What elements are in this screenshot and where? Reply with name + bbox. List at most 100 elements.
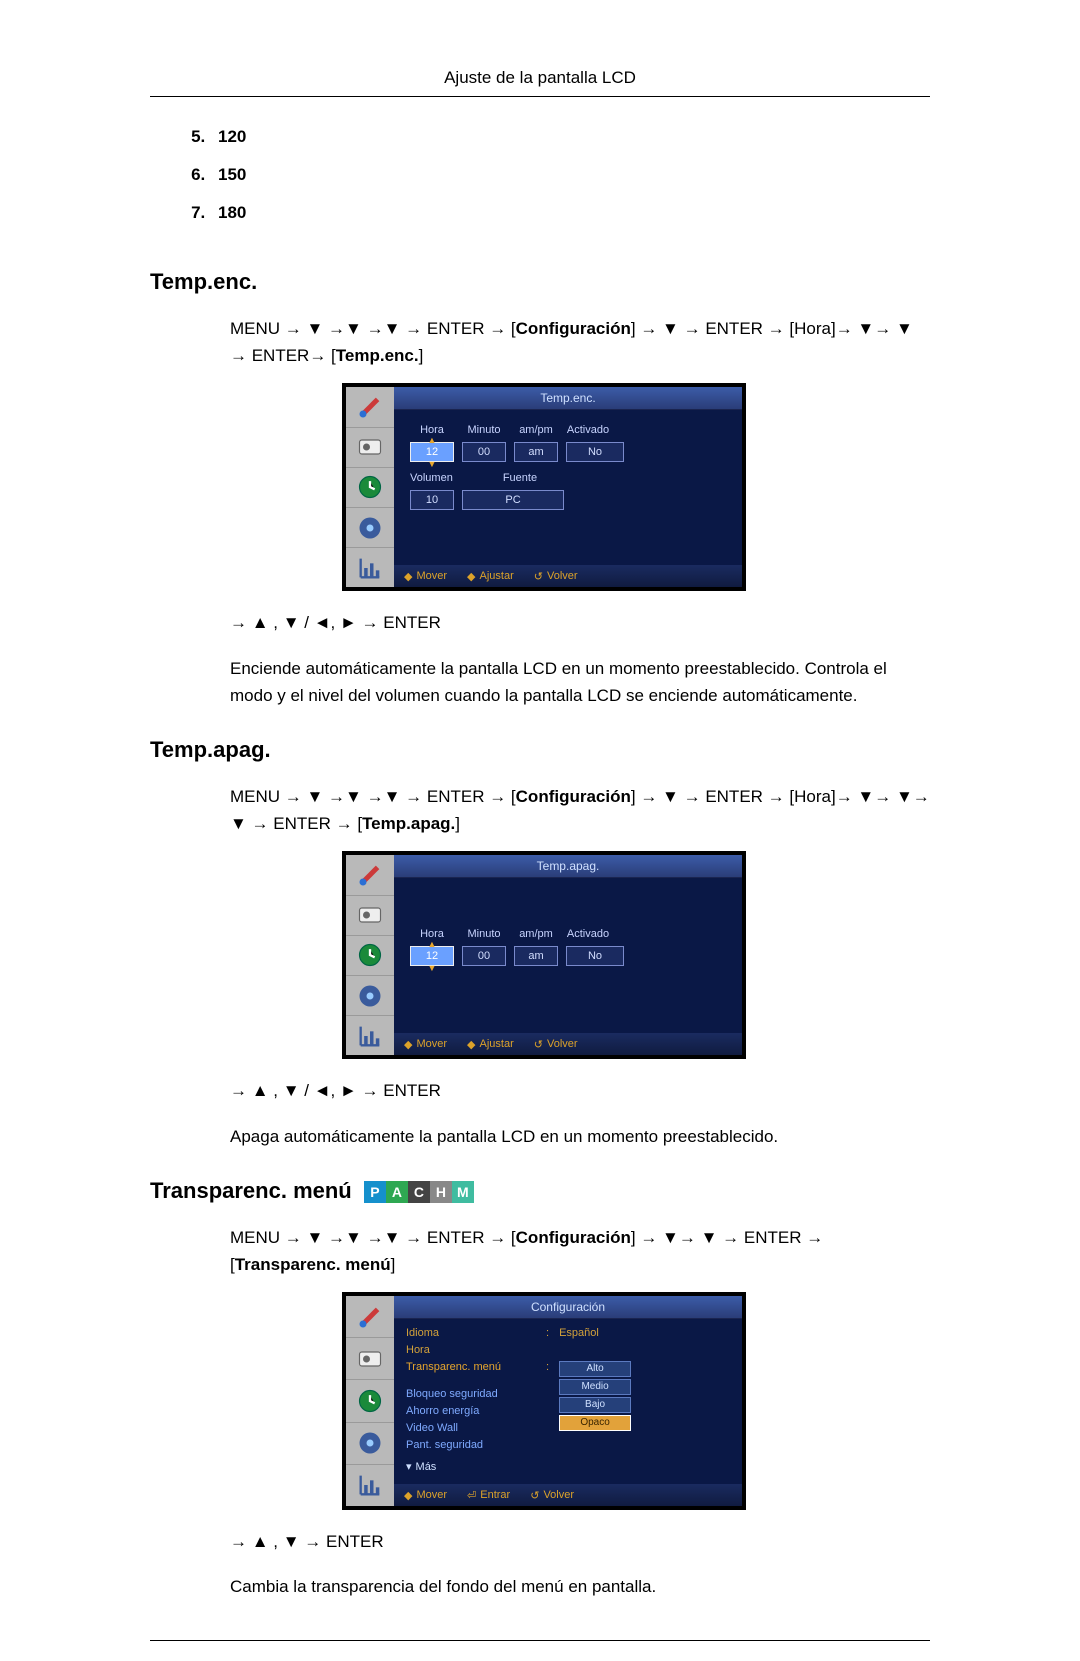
hora-value[interactable]: 12 (410, 442, 454, 462)
brush-icon[interactable] (346, 855, 394, 895)
keys-tempenc: → ▲ , ▼ / ◄, ► → ENTER (230, 609, 930, 636)
osd-sidebar (346, 855, 394, 1055)
section-transp-title: Transparenc. menú P A C H M (150, 1178, 930, 1204)
col-activado: Activado (566, 928, 610, 940)
minuto-value[interactable]: 00 (462, 442, 506, 462)
nav-config: Configuración (516, 319, 631, 338)
footer-return-label: Volver (547, 570, 578, 582)
osd-sidebar (346, 387, 394, 587)
nav-text: ] (391, 1255, 396, 1274)
keys-transp: → ▲ , ▼ → ENTER (230, 1528, 930, 1555)
footer-adjust-label: Ajustar (480, 570, 514, 582)
menu-row-ahorro[interactable]: Ahorro energía (406, 1405, 730, 1417)
slider-icon[interactable] (346, 1338, 394, 1380)
menu-label: Bloqueo seguridad (406, 1388, 546, 1400)
col-minuto: Minuto (462, 928, 506, 940)
menu-row-hora[interactable]: Hora (406, 1344, 730, 1356)
header-title: Ajuste de la pantalla LCD (444, 68, 636, 87)
nav-config: Configuración (516, 787, 631, 806)
fuente-label: Fuente (503, 472, 537, 484)
menu-label: Video Wall (406, 1422, 546, 1434)
list-value: 180 (218, 203, 246, 222)
badge-c: C (408, 1181, 430, 1203)
activado-value[interactable]: No (566, 946, 624, 966)
volumen-value[interactable]: 10 (410, 490, 454, 510)
osd-title: Configuración (394, 1296, 742, 1319)
nav-path-transp: MENU → ▼ →▼ →▼ → ENTER → [Configuración]… (230, 1224, 930, 1278)
menu-label: Más (416, 1461, 437, 1473)
list-item: 180 (210, 203, 930, 241)
menu-label: Pant. seguridad (406, 1439, 546, 1451)
nav-text: MENU → ▼ →▼ →▼ → ENTER → [ (230, 787, 516, 806)
list-item: 150 (210, 165, 930, 203)
menu-label: Idioma (406, 1327, 546, 1339)
menu-row-pant[interactable]: Pant. seguridad (406, 1439, 730, 1451)
menu-row-idioma[interactable]: Idioma: Español (406, 1327, 730, 1339)
sep: : (546, 1361, 549, 1373)
hora-value[interactable]: 12 (410, 946, 454, 966)
chart-icon[interactable] (346, 548, 394, 587)
menu-row-video[interactable]: Video Wall (406, 1422, 730, 1434)
nav-hora: Hora (794, 319, 831, 338)
osd-value-row: 12 00 am No (410, 946, 726, 966)
osd-sidebar (346, 1296, 394, 1506)
brush-icon[interactable] (346, 387, 394, 427)
volumen-label: Volumen (410, 472, 453, 484)
clock-icon[interactable] (346, 1380, 394, 1422)
ampm-value[interactable]: am (514, 946, 558, 966)
footer-return: ↺ Volver (534, 570, 578, 583)
list-item: 120 (210, 127, 930, 165)
sep: : (546, 1327, 549, 1339)
slider-icon[interactable] (346, 428, 394, 468)
menu-value: Español (559, 1327, 599, 1339)
nav-label: Temp.enc. (336, 346, 419, 365)
osd-label-row: Volumen Fuente (410, 472, 726, 484)
osd-footer: ◆ Mover ⏎ Entrar ↺ Volver (394, 1484, 742, 1506)
clock-icon[interactable] (346, 468, 394, 508)
footer-adjust-label: Ajustar (480, 1038, 514, 1050)
osd-footer: ◆ Mover ◆ Ajustar ↺ Volver (394, 565, 742, 587)
col-activado: Activado (566, 424, 610, 436)
nav-config: Configuración (516, 1228, 631, 1247)
footer-move: ◆ Mover (404, 1489, 447, 1502)
gear-icon[interactable] (346, 976, 394, 1016)
menu-label: Ahorro energía (406, 1405, 546, 1417)
minuto-value[interactable]: 00 (462, 946, 506, 966)
footer-adjust: ◆ Ajustar (467, 570, 514, 583)
opt-alto[interactable]: Alto (559, 1361, 631, 1377)
osd-footer: ◆ Mover ◆ Ajustar ↺ Volver (394, 1033, 742, 1055)
osd-col-headers: Hora Minuto am/pm Activado (410, 928, 726, 940)
footer-move-label: Mover (416, 1489, 447, 1501)
osd-value-row: 12 00 am No (410, 442, 726, 462)
footer-return: ↺ Volver (534, 1038, 578, 1051)
slider-icon[interactable] (346, 896, 394, 936)
gear-icon[interactable] (346, 508, 394, 548)
numbered-list: 120 150 180 (210, 127, 930, 241)
badge-m: M (452, 1181, 474, 1203)
section-tempenc-title: Temp.enc. (150, 269, 930, 295)
osd-title: Temp.enc. (394, 387, 742, 410)
menu-label: Hora (406, 1344, 546, 1356)
osd-tempenc: Temp.enc. Hora Minuto am/pm Activado 12 … (342, 383, 738, 591)
osd-title: Temp.apag. (394, 855, 742, 878)
footer-adjust: ◆ Ajustar (467, 1038, 514, 1051)
chart-icon[interactable] (346, 1465, 394, 1506)
footer-move-label: Mover (416, 1038, 447, 1050)
nav-text: ] (455, 814, 460, 833)
ampm-value[interactable]: am (514, 442, 558, 462)
activado-value[interactable]: No (566, 442, 624, 462)
footer-return-label: Volver (547, 1038, 578, 1050)
nav-text: MENU → ▼ →▼ →▼ → ENTER → [ (230, 1228, 516, 1247)
nav-text: ] → ▼ → ENTER → [ (631, 787, 794, 806)
clock-icon[interactable] (346, 936, 394, 976)
source-badges: P A C H M (364, 1181, 474, 1203)
nav-hora: Hora (794, 787, 831, 806)
menu-row-mas[interactable]: ▾Más (406, 1460, 730, 1473)
nav-label: Temp.apag. (362, 814, 455, 833)
fuente-value[interactable]: PC (462, 490, 564, 510)
menu-row-bloqueo[interactable]: Bloqueo seguridad (406, 1388, 730, 1400)
gear-icon[interactable] (346, 1423, 394, 1465)
chart-icon[interactable] (346, 1016, 394, 1055)
brush-icon[interactable] (346, 1296, 394, 1338)
nav-path-tempenc: MENU → ▼ →▼ →▼ → ENTER → [Configuración]… (230, 315, 930, 369)
